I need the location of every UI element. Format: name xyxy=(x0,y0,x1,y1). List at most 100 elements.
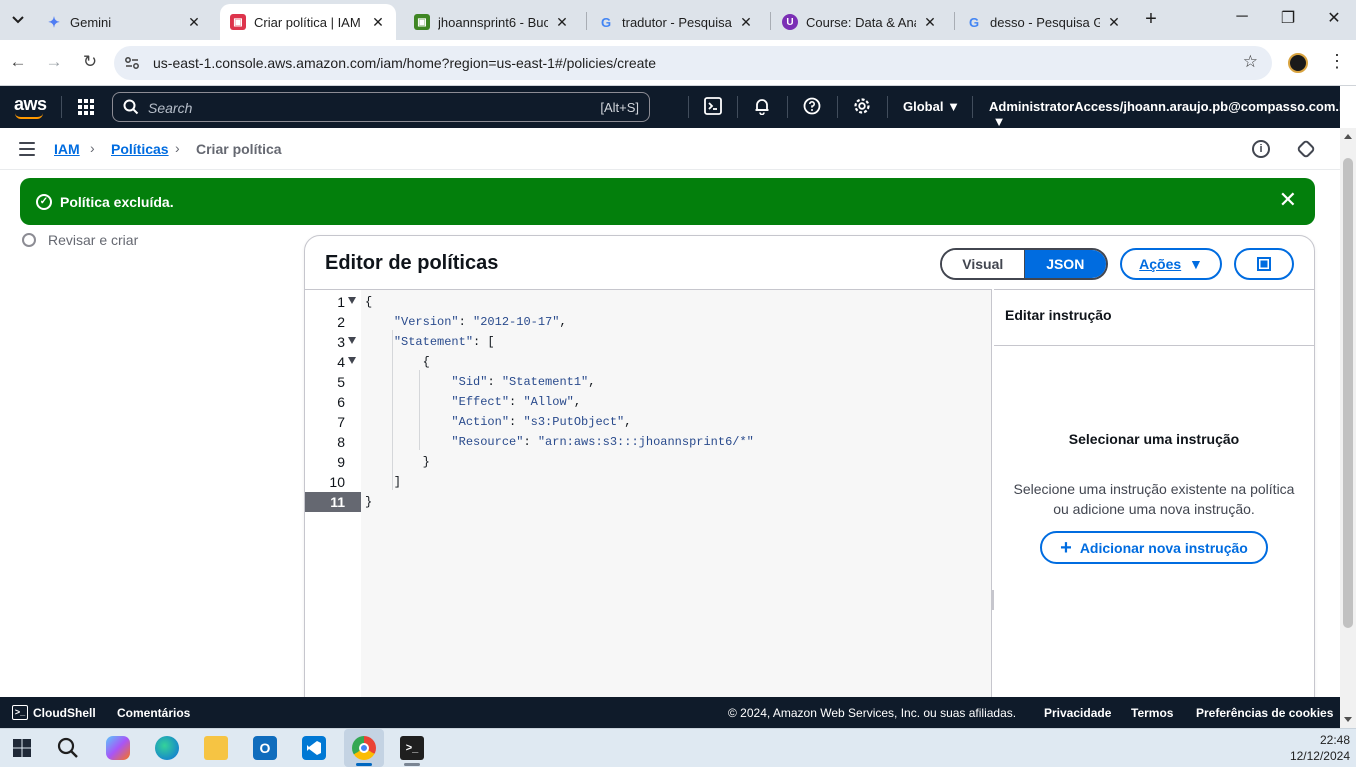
code-line[interactable]: 7 "Action": "s3:PutObject", xyxy=(305,412,991,432)
copilot-icon[interactable] xyxy=(106,736,130,760)
notifications-bell-icon[interactable] xyxy=(752,97,772,117)
bookmark-star-icon[interactable]: ☆ xyxy=(1243,52,1258,72)
toggle-side-panel-button[interactable] xyxy=(1234,248,1294,280)
browser-tab[interactable]: ✦ Gemini ✕ xyxy=(36,4,212,40)
new-tab-icon[interactable]: + xyxy=(1140,8,1162,30)
line-number: 1 xyxy=(337,294,345,310)
json-code-editor[interactable]: 1{2 "Version": "2012-10-17", 3 "Statement… xyxy=(305,289,994,697)
side-panel-header: Editar instrução xyxy=(994,290,1314,346)
file-explorer-icon[interactable] xyxy=(204,736,228,760)
line-number: 6 xyxy=(337,394,345,410)
code-line[interactable]: 4 { xyxy=(305,352,991,372)
line-number: 9 xyxy=(337,454,345,470)
line-number: 4 xyxy=(337,354,345,370)
browser-tab[interactable]: U Course: Data & Analy ✕ xyxy=(772,4,948,40)
actions-dropdown[interactable]: Ações ▼ xyxy=(1120,248,1222,280)
code-text: { xyxy=(365,355,430,369)
code-line[interactable]: 11} xyxy=(305,492,991,512)
feedback-icon[interactable] xyxy=(1296,139,1316,159)
site-settings-icon[interactable] xyxy=(124,55,140,71)
close-tab-icon[interactable]: ✕ xyxy=(738,14,754,31)
line-number: 5 xyxy=(337,374,345,390)
fold-toggle-icon[interactable] xyxy=(348,297,356,304)
forward-icon[interactable]: → xyxy=(43,51,65,73)
page-scrollbar[interactable] xyxy=(1340,128,1356,728)
browser-tab[interactable]: G desso - Pesquisa Goo ✕ xyxy=(956,4,1132,40)
scroll-down-icon[interactable] xyxy=(1344,717,1352,722)
add-statement-button[interactable]: + Adicionar nova instrução xyxy=(1040,531,1268,564)
search-shortcut-hint: [Alt+S] xyxy=(600,100,639,115)
code-line[interactable]: 1{ xyxy=(305,292,991,312)
code-line[interactable]: 9 } xyxy=(305,452,991,472)
windows-start-icon[interactable] xyxy=(10,736,34,760)
taskbar-search-icon[interactable] xyxy=(56,736,80,760)
cloudshell-icon[interactable] xyxy=(703,97,723,117)
restore-icon[interactable]: ❐ xyxy=(1276,8,1300,30)
side-nav-menu-icon[interactable] xyxy=(19,142,35,156)
code-line[interactable]: 8 "Resource": "arn:aws:s3:::jhoannsprint… xyxy=(305,432,991,452)
scroll-up-icon[interactable] xyxy=(1344,134,1352,139)
taskbar-open-indicator xyxy=(404,763,420,766)
code-line[interactable]: 5 "Sid": "Statement1", xyxy=(305,372,991,392)
omnibox[interactable]: us-east-1.console.aws.amazon.com/iam/hom… xyxy=(114,46,1272,80)
info-icon[interactable]: i xyxy=(1252,140,1270,158)
browser-tab[interactable]: ▣ jhoannsprint6 - Bucke ✕ xyxy=(404,4,580,40)
windows-taskbar: O >_ 22:48 12/12/2024 xyxy=(0,728,1356,767)
search-placeholder: Search xyxy=(148,100,193,116)
close-tab-icon[interactable]: ✕ xyxy=(554,14,570,31)
fold-toggle-icon[interactable] xyxy=(348,337,356,344)
footer-privacy-link[interactable]: Privacidade xyxy=(1044,706,1111,720)
close-tab-icon[interactable]: ✕ xyxy=(922,14,938,31)
scrollbar-thumb[interactable] xyxy=(1343,158,1353,628)
vscode-icon[interactable] xyxy=(302,736,326,760)
breadcrumb-policies[interactable]: Políticas xyxy=(111,141,169,157)
settings-gear-icon[interactable] xyxy=(852,97,872,117)
aws-logo[interactable]: aws xyxy=(14,94,47,115)
close-tab-icon[interactable]: ✕ xyxy=(370,14,386,31)
footer-comments-link[interactable]: Comentários xyxy=(117,706,190,720)
gemini-icon: ✦ xyxy=(48,13,60,30)
region-selector[interactable]: Global ▼ xyxy=(903,99,960,114)
browser-tab-active[interactable]: ▣ Criar política | IAM | G ✕ xyxy=(220,4,396,40)
breadcrumb-chevron-icon: › xyxy=(90,140,95,156)
tab-search-chevron-icon[interactable] xyxy=(6,8,30,32)
wizard-step-review[interactable]: Revisar e criar xyxy=(22,232,138,248)
minimize-icon[interactable]: ─ xyxy=(1230,8,1254,30)
profile-avatar[interactable] xyxy=(1288,53,1308,73)
footer-cookies-link[interactable]: Preferências de cookies xyxy=(1196,706,1333,720)
footer-terms-link[interactable]: Termos xyxy=(1131,706,1173,720)
line-number: 2 xyxy=(337,314,345,330)
browser-tab[interactable]: G tradutor - Pesquisa G ✕ xyxy=(588,4,764,40)
code-line[interactable]: 3 "Statement": [ xyxy=(305,332,991,352)
outlook-icon[interactable]: O xyxy=(253,736,277,760)
code-line[interactable]: 6 "Effect": "Allow", xyxy=(305,392,991,412)
terminal-icon[interactable]: >_ xyxy=(400,736,424,760)
back-icon[interactable]: ← xyxy=(7,51,29,73)
browser-menu-icon[interactable]: ⋮ xyxy=(1328,51,1346,72)
reload-icon[interactable]: ↻ xyxy=(79,51,101,73)
close-tab-icon[interactable]: ✕ xyxy=(1106,14,1122,31)
cloudshell-terminal-icon[interactable]: >_ xyxy=(12,705,28,720)
system-clock[interactable]: 22:48 12/12/2024 xyxy=(1290,732,1350,764)
footer-cloudshell-link[interactable]: CloudShell xyxy=(33,706,96,720)
tab-label: tradutor - Pesquisa G xyxy=(622,14,732,30)
breadcrumb-iam[interactable]: IAM xyxy=(54,141,80,157)
main-content: Revisar e criar ✓ Política excluída. ✕ E… xyxy=(0,170,1340,697)
edge-icon[interactable] xyxy=(155,736,179,760)
chrome-icon[interactable] xyxy=(352,736,376,760)
close-tab-icon[interactable]: ✕ xyxy=(186,14,202,31)
account-menu[interactable]: AdministratorAccess/jhoann.araujo.pb@com… xyxy=(989,99,1352,129)
services-grid-icon[interactable] xyxy=(78,99,94,115)
aws-search-box[interactable]: Search [Alt+S] xyxy=(112,92,650,122)
mode-json-button[interactable]: JSON xyxy=(1024,250,1106,278)
dismiss-flash-icon[interactable]: ✕ xyxy=(1279,189,1297,211)
clock-time: 22:48 xyxy=(1319,733,1350,747)
close-window-icon[interactable]: ✕ xyxy=(1322,8,1346,30)
code-line[interactable]: 2 "Version": "2012-10-17", xyxy=(305,312,991,332)
success-flash-banner: ✓ Política excluída. ✕ xyxy=(20,178,1315,225)
url-text[interactable]: us-east-1.console.aws.amazon.com/iam/hom… xyxy=(153,55,656,71)
code-line[interactable]: 10 ] xyxy=(305,472,991,492)
fold-toggle-icon[interactable] xyxy=(348,357,356,364)
mode-visual-button[interactable]: Visual xyxy=(942,250,1025,278)
help-icon[interactable] xyxy=(802,97,822,117)
